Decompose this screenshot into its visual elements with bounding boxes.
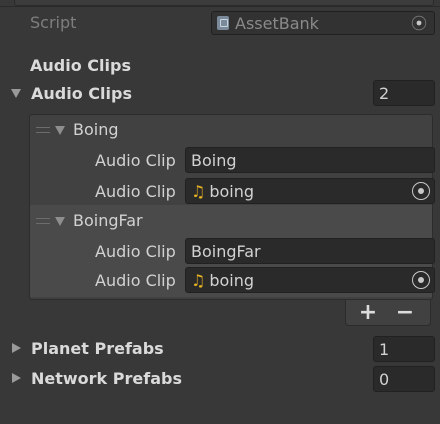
add-element-button[interactable]: + xyxy=(356,302,380,324)
script-target-icon xyxy=(411,15,427,31)
element-1-name-field-label: Audio Clip xyxy=(95,242,176,261)
script-label: Script xyxy=(30,13,77,32)
music-note-icon: ♫ xyxy=(191,270,206,290)
element-1-foldout-arrow-icon[interactable] xyxy=(55,217,65,226)
element-1-name-field[interactable]: BoingFar xyxy=(185,238,435,264)
component-header-edge-inner xyxy=(14,0,434,6)
audio-clips-foldout-label[interactable]: Audio Clips xyxy=(31,83,132,105)
element-1-clip-field-label: Audio Clip xyxy=(95,271,176,290)
element-1-clip-field-value: boing xyxy=(209,270,255,290)
script-field[interactable]: AssetBank xyxy=(211,11,435,35)
drag-handle-icon[interactable] xyxy=(36,218,50,224)
script-file-icon xyxy=(217,16,229,30)
element-0-clip-field-label: Audio Clip xyxy=(95,182,176,201)
network-prefabs-size-value: 0 xyxy=(379,369,390,389)
planet-prefabs-size-field[interactable]: 1 xyxy=(373,336,435,362)
element-1-name[interactable]: BoingFar xyxy=(73,210,143,232)
object-picker-target-icon[interactable] xyxy=(412,271,430,289)
element-0-name[interactable]: Boing xyxy=(73,119,119,141)
section-header: Audio Clips xyxy=(30,56,131,75)
music-note-icon: ♫ xyxy=(191,181,206,201)
element-0-name-field-label: Audio Clip xyxy=(95,151,176,170)
element-0-clip-field-value: boing xyxy=(209,181,255,201)
network-prefabs-foldout-arrow-icon[interactable] xyxy=(12,373,21,383)
element-0-name-field-value: Boing xyxy=(191,150,237,170)
element-1-clip-field[interactable]: ♫ boing xyxy=(185,267,435,293)
element-0-foldout-arrow-icon[interactable] xyxy=(55,126,65,135)
planet-prefabs-size-value: 1 xyxy=(379,339,390,359)
drag-handle-icon[interactable] xyxy=(36,127,50,133)
remove-element-button[interactable]: − xyxy=(393,302,417,324)
element-0-name-field[interactable]: Boing xyxy=(185,147,435,173)
planet-prefabs-foldout-label[interactable]: Planet Prefabs xyxy=(31,338,164,360)
audio-clips-foldout-arrow-icon[interactable] xyxy=(11,89,21,98)
element-1-name-field-value: BoingFar xyxy=(191,241,261,261)
network-prefabs-foldout-label[interactable]: Network Prefabs xyxy=(31,368,182,390)
script-field-value: AssetBank xyxy=(235,13,319,33)
element-0-clip-field[interactable]: ♫ boing xyxy=(185,178,435,204)
network-prefabs-size-field[interactable]: 0 xyxy=(373,366,435,392)
planet-prefabs-foldout-arrow-icon[interactable] xyxy=(12,343,21,353)
object-picker-target-icon[interactable] xyxy=(412,182,430,200)
audio-clips-size-field[interactable]: 2 xyxy=(373,80,435,106)
audio-clips-size-value: 2 xyxy=(379,83,390,103)
